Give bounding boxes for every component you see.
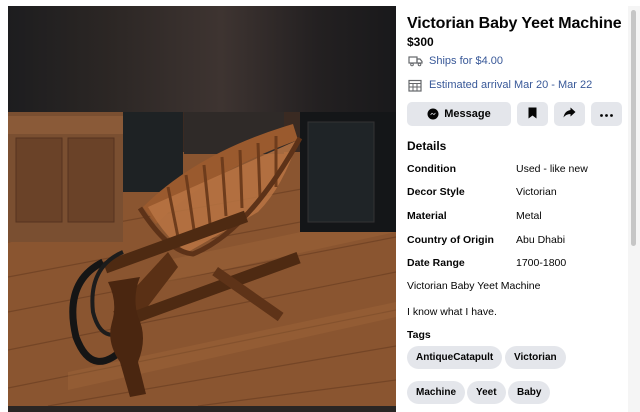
detail-row-date-range: Date Range 1700-1800 (407, 257, 617, 273)
tags-heading: Tags (407, 329, 431, 341)
messenger-icon (427, 108, 439, 120)
detail-row-material: Material Metal (407, 210, 617, 226)
listing-details-panel: Victorian Baby Yeet Machine $300 Ships f… (396, 6, 628, 412)
scrollbar-thumb[interactable] (631, 10, 636, 246)
detail-value: Victorian (516, 186, 557, 198)
listing-photo[interactable] (8, 112, 396, 407)
listing-title: Victorian Baby Yeet Machine (407, 15, 622, 32)
save-button[interactable] (517, 102, 548, 126)
arrival-text: Estimated arrival Mar 20 - Mar 22 (429, 79, 593, 91)
detail-value: 1700-1800 (516, 257, 567, 269)
tag-chip[interactable]: AntiqueCatapult (407, 346, 503, 369)
shipping-row[interactable]: Ships for $4.00 (407, 53, 503, 69)
detail-value: Metal (516, 210, 542, 222)
details-heading: Details (407, 139, 447, 153)
detail-value: Used - like new (516, 163, 588, 175)
listing-price: $300 (407, 35, 434, 49)
detail-key: Country of Origin (407, 234, 494, 246)
detail-key: Condition (407, 163, 456, 175)
bookmark-icon (528, 107, 537, 122)
tag-chip[interactable]: Baby (508, 381, 551, 404)
shipping-text: Ships for $4.00 (429, 55, 503, 67)
tag-chip[interactable]: Victorian (505, 346, 566, 369)
description-line: I know what I have. (407, 306, 497, 318)
detail-row-decor-style: Decor Style Victorian (407, 186, 617, 202)
message-button-label: Message (444, 108, 491, 120)
more-options-button[interactable] (591, 102, 622, 126)
detail-row-country-of-origin: Country of Origin Abu Dhabi (407, 234, 617, 250)
share-icon (563, 107, 576, 121)
photo-blurred-backdrop-top (8, 6, 396, 112)
message-button[interactable]: Message (407, 102, 511, 126)
calendar-icon (407, 78, 423, 92)
truck-icon (407, 54, 423, 68)
detail-key: Date Range (407, 257, 465, 269)
cradle-photo-image (8, 112, 396, 407)
detail-value: Abu Dhabi (516, 234, 566, 246)
tag-chip[interactable]: Yeet (467, 381, 506, 404)
detail-key: Decor Style (407, 186, 465, 198)
description-line: Victorian Baby Yeet Machine (407, 280, 541, 292)
photo-blurred-backdrop-bottom (8, 406, 396, 412)
more-icon (600, 108, 613, 120)
action-bar: Message (407, 102, 622, 126)
listing-media (8, 6, 396, 412)
arrival-row: Estimated arrival Mar 20 - Mar 22 (407, 77, 592, 93)
detail-row-condition: Condition Used - like new (407, 163, 617, 179)
detail-key: Material (407, 210, 447, 222)
details-scrollbar[interactable] (628, 6, 640, 412)
share-button[interactable] (554, 102, 585, 126)
tag-chip[interactable]: Machine (407, 381, 466, 404)
